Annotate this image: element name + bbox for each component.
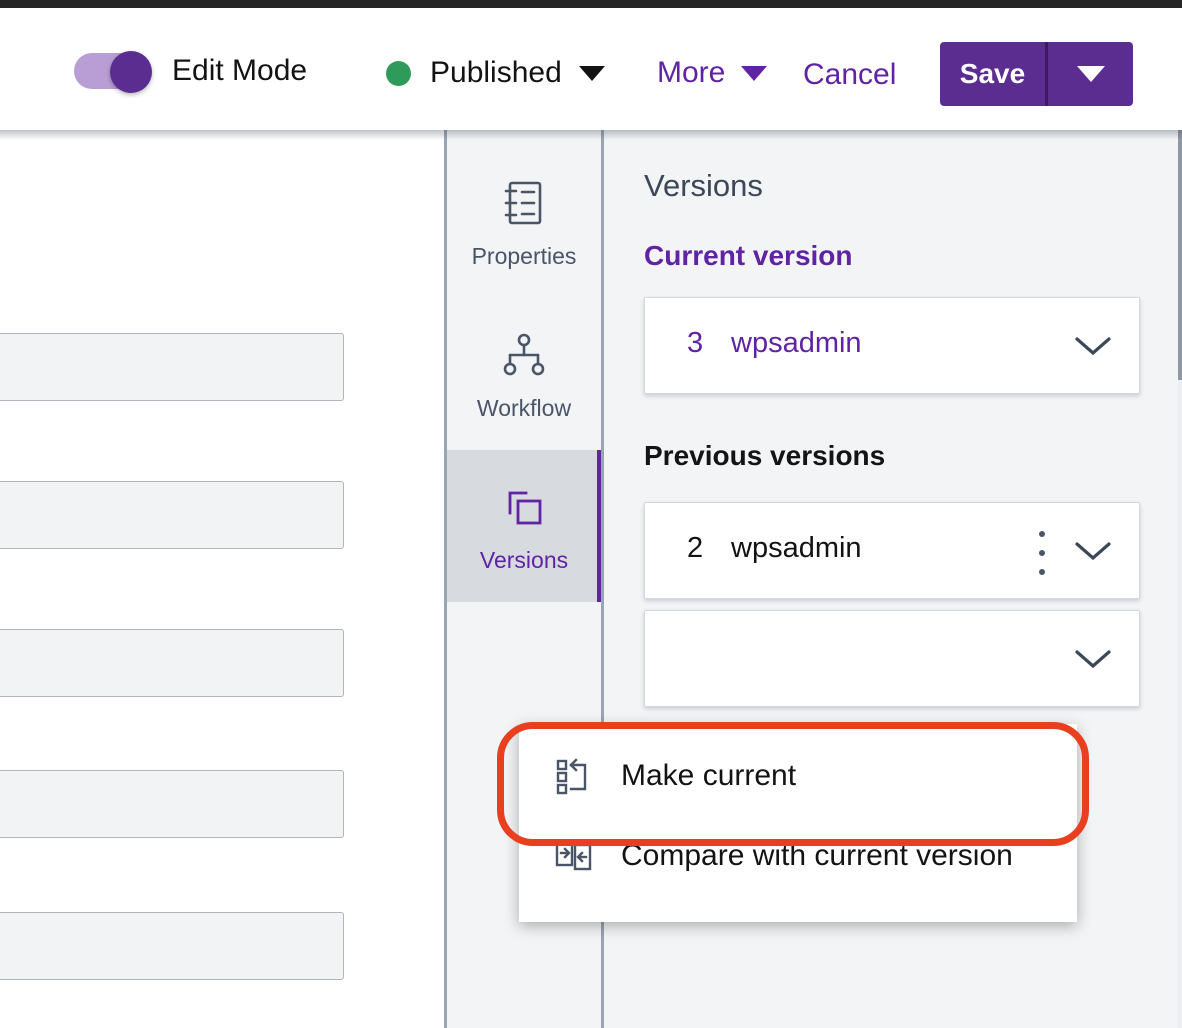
menu-item-label: Make current — [621, 759, 796, 793]
version-author: wpsadmin — [731, 327, 862, 360]
form-editing-area — [0, 130, 444, 1028]
form-field[interactable] — [0, 333, 344, 401]
sidebar-item-label: Workflow — [477, 395, 571, 422]
versions-copy-icon — [500, 479, 548, 535]
previous-version-card[interactable] — [644, 610, 1140, 707]
expand-version-chevron-icon[interactable] — [1071, 332, 1115, 365]
content-area: Properties Workflow — [0, 130, 1182, 1028]
version-author: wpsadmin — [731, 532, 862, 565]
edit-mode-toggle-group: Edit Mode — [74, 53, 307, 89]
compare-versions-icon — [553, 835, 595, 877]
more-label: More — [657, 56, 725, 90]
form-field[interactable] — [0, 770, 344, 838]
version-context-menu: Make current Compare with current versio… — [519, 724, 1077, 922]
form-field[interactable] — [0, 481, 344, 549]
form-field[interactable] — [0, 912, 344, 980]
menu-item-label: Compare with current version — [621, 839, 1013, 873]
version-overflow-menu-icon[interactable] — [1029, 531, 1055, 575]
form-field[interactable] — [0, 629, 344, 697]
app-root: Edit Mode Published More Cancel Save — [0, 0, 1182, 1028]
sidebar-item-workflow[interactable]: Workflow — [447, 298, 601, 450]
more-menu-button[interactable]: More — [657, 56, 767, 90]
expand-version-chevron-icon[interactable] — [1071, 645, 1115, 678]
cancel-button[interactable]: Cancel — [803, 58, 896, 92]
previous-versions-heading: Previous versions — [644, 440, 885, 472]
panel-scrollbar-track[interactable] — [1178, 130, 1182, 1028]
sidebar-item-label: Properties — [472, 243, 577, 270]
current-version-card[interactable]: 3 wpsadmin — [644, 297, 1140, 394]
make-current-icon — [553, 755, 595, 797]
save-split-button: Save — [940, 42, 1133, 106]
save-button[interactable]: Save — [940, 42, 1045, 106]
save-options-button[interactable] — [1048, 42, 1133, 106]
browser-chrome-strip — [0, 0, 1182, 8]
version-number: 2 — [687, 532, 703, 565]
toggle-knob-icon — [110, 51, 152, 93]
expand-version-chevron-icon[interactable] — [1071, 537, 1115, 570]
chevron-down-icon — [741, 66, 767, 81]
menu-item-compare-with-current[interactable]: Compare with current version — [519, 816, 1077, 896]
version-number: 3 — [687, 327, 703, 360]
status-label: Published — [430, 56, 562, 90]
sidebar-item-label: Versions — [480, 547, 568, 574]
panel-title: Versions — [644, 168, 763, 204]
status-dot-icon — [386, 61, 411, 86]
editor-toolbar: Edit Mode Published More Cancel Save — [0, 8, 1182, 130]
sidebar-item-versions[interactable]: Versions — [447, 450, 601, 602]
panel-scrollbar-thumb[interactable] — [1178, 130, 1182, 380]
workflow-hierarchy-icon — [500, 327, 548, 383]
chevron-down-icon — [1077, 66, 1105, 82]
edit-mode-label: Edit Mode — [172, 54, 307, 88]
previous-version-card[interactable]: 2 wpsadmin — [644, 502, 1140, 599]
menu-item-make-current[interactable]: Make current — [519, 736, 1077, 816]
properties-notebook-icon — [501, 175, 547, 231]
chevron-down-icon — [579, 66, 605, 81]
publish-status-dropdown[interactable]: Published — [386, 56, 605, 90]
sidebar-item-properties[interactable]: Properties — [447, 146, 601, 298]
current-version-heading: Current version — [644, 240, 853, 272]
edit-mode-toggle[interactable] — [74, 53, 148, 89]
